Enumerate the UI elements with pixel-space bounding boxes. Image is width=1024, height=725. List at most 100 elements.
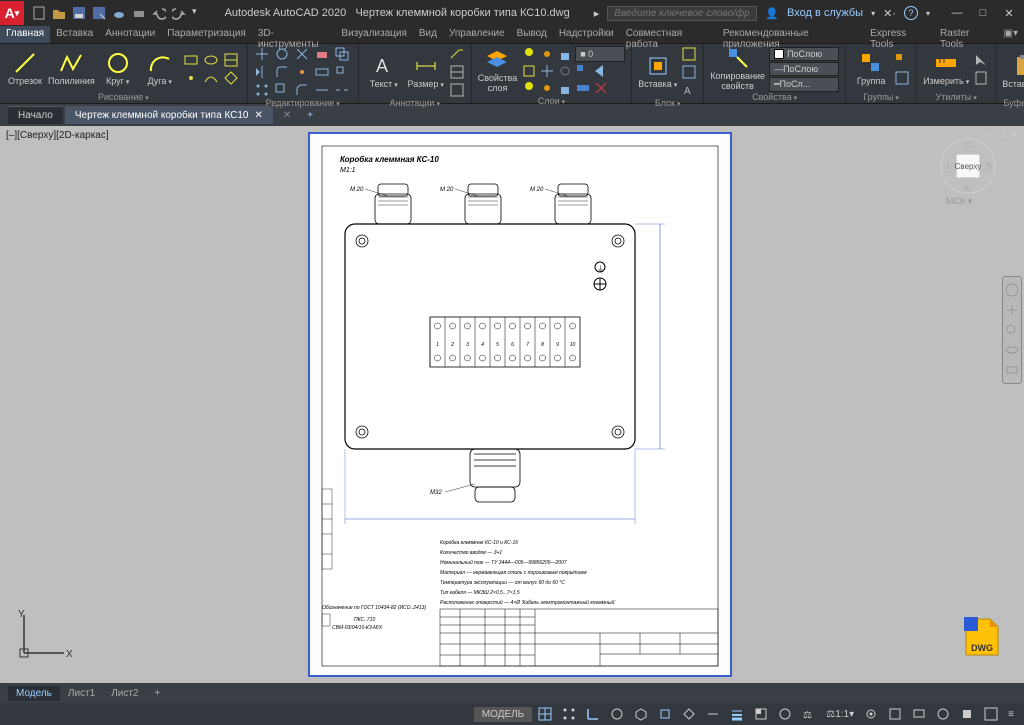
ribbon-collapse-icon[interactable]: ▣▾ xyxy=(998,26,1024,43)
document-tab[interactable]: Чертеж клеммной коробки типа КС10✕ xyxy=(65,106,273,124)
circle-button[interactable]: Круг xyxy=(99,51,137,87)
explode-icon[interactable] xyxy=(294,64,310,80)
tab-close-icon[interactable]: ✕ xyxy=(255,110,263,121)
vp-max-icon[interactable]: □ xyxy=(998,128,1005,141)
viewport-label[interactable]: [–][Сверху][2D-каркас] xyxy=(6,130,109,141)
grid-icon[interactable] xyxy=(534,705,556,723)
layer-unlock-icon[interactable] xyxy=(557,80,573,96)
vp-close-icon[interactable]: ✕ xyxy=(1009,128,1018,141)
transparency-icon[interactable] xyxy=(750,705,772,723)
snap-icon[interactable] xyxy=(558,705,580,723)
minimize-button[interactable]: — xyxy=(946,5,968,21)
start-tab[interactable]: Начало xyxy=(8,106,63,124)
color-combo[interactable]: ПоСлою xyxy=(769,47,839,61)
layer-match-icon[interactable] xyxy=(575,63,591,79)
scale-display[interactable]: ⚖ 1:1 ▾ xyxy=(822,707,858,722)
spline-icon[interactable] xyxy=(203,70,219,86)
tab-manage[interactable]: Управление xyxy=(443,26,511,43)
save-icon[interactable] xyxy=(72,6,86,20)
scale-icon[interactable] xyxy=(334,64,350,80)
chamfer-icon[interactable] xyxy=(294,82,310,98)
erase-icon[interactable] xyxy=(314,46,330,62)
wcs-label[interactable]: МСК ▾ xyxy=(946,196,972,207)
line-button[interactable]: Отрезок xyxy=(6,51,44,87)
point-icon[interactable] xyxy=(183,70,199,86)
layer-off-icon[interactable] xyxy=(557,63,573,79)
model-space-button[interactable]: МОДЕЛЬ xyxy=(474,707,532,722)
layer-isolate-icon[interactable] xyxy=(521,63,537,79)
search-input[interactable] xyxy=(607,6,757,21)
offset-icon[interactable] xyxy=(274,82,290,98)
add-tab-button[interactable]: + xyxy=(301,110,319,121)
leader-icon[interactable] xyxy=(449,46,465,62)
workspace-icon[interactable] xyxy=(884,705,906,723)
qat-more-icon[interactable]: ▾ xyxy=(192,6,197,20)
monitor-icon[interactable] xyxy=(908,705,930,723)
osnap-icon[interactable] xyxy=(654,705,676,723)
rect-icon[interactable] xyxy=(183,52,199,68)
layer-delete-icon[interactable] xyxy=(593,80,609,96)
array-icon[interactable] xyxy=(254,82,270,98)
arc-button[interactable]: Дуга xyxy=(141,51,179,87)
isolate-icon[interactable] xyxy=(932,705,954,723)
layout1-tab[interactable]: Лист1 xyxy=(60,686,103,701)
undo-icon[interactable] xyxy=(152,6,166,20)
tab-view[interactable]: Вид xyxy=(413,26,443,43)
exchange-icon[interactable]: ✕· xyxy=(883,7,896,20)
tab-featured[interactable]: Рекомендованные приложения xyxy=(717,26,864,43)
stretch-icon[interactable] xyxy=(314,64,330,80)
saveas-icon[interactable] xyxy=(92,6,106,20)
hardware-icon[interactable] xyxy=(956,705,978,723)
move-icon[interactable] xyxy=(254,46,270,62)
cleanscreen-icon[interactable] xyxy=(980,705,1002,723)
new-tab-button[interactable]: ✕ xyxy=(275,110,299,121)
new-icon[interactable] xyxy=(32,6,46,20)
insert-button[interactable]: Вставка xyxy=(638,54,677,90)
isodraft-icon[interactable] xyxy=(630,705,652,723)
layer-prev-icon[interactable] xyxy=(593,63,609,79)
polyline-button[interactable]: Полилиния xyxy=(48,51,95,87)
edit-block-icon[interactable] xyxy=(681,64,697,80)
layer-thaw-icon[interactable] xyxy=(539,80,555,96)
lineweight-combo[interactable]: — ПоСлою xyxy=(769,62,839,76)
maximize-button[interactable]: □ xyxy=(972,5,994,21)
tab-addins[interactable]: Надстройки xyxy=(553,26,620,43)
matchprop-button[interactable]: Копирование свойств xyxy=(710,46,765,92)
select-icon[interactable] xyxy=(973,52,989,68)
lwt-icon[interactable] xyxy=(726,705,748,723)
ungroup-icon[interactable] xyxy=(894,52,910,68)
layer-merge-icon[interactable] xyxy=(575,80,591,96)
paste-button[interactable]: Вставить xyxy=(1002,54,1024,90)
orbit-icon[interactable] xyxy=(1005,343,1019,357)
layer-combo[interactable]: ■ 0 xyxy=(575,46,625,62)
layer-sun-icon[interactable] xyxy=(539,46,555,62)
gear-icon[interactable] xyxy=(860,705,882,723)
cycling-icon[interactable] xyxy=(774,705,796,723)
add-layout-button[interactable]: + xyxy=(147,686,169,701)
create-block-icon[interactable] xyxy=(681,46,697,62)
calc-icon[interactable] xyxy=(973,70,989,86)
layer-props-button[interactable]: Свойства слоя xyxy=(478,48,518,94)
signin-link[interactable]: Вход в службы xyxy=(787,7,863,19)
attr-icon[interactable]: A xyxy=(681,82,697,98)
redo-icon[interactable] xyxy=(172,6,186,20)
signin-icon[interactable]: 👤 xyxy=(765,7,779,20)
tab-express[interactable]: Express Tools xyxy=(864,26,934,43)
tab-annotate[interactable]: Аннотации xyxy=(99,26,161,43)
customize-icon[interactable]: ≡ xyxy=(1004,707,1018,722)
linetype-combo[interactable]: ━ ПоСл... xyxy=(769,77,839,92)
annoscale-icon[interactable]: ⚖ xyxy=(798,705,820,723)
drawing-canvas[interactable]: [–][Сверху][2D-каркас] — □ ✕ Сверху С Ю … xyxy=(0,126,1024,683)
viewcube[interactable]: Сверху С Ю В З МСК ▾ xyxy=(940,138,996,194)
polar-icon[interactable] xyxy=(606,705,628,723)
tab-visual[interactable]: Визуализация xyxy=(335,26,412,43)
tab-raster[interactable]: Raster Tools xyxy=(934,26,998,43)
group-button[interactable]: Группа xyxy=(852,51,890,87)
ortho-icon[interactable] xyxy=(582,705,604,723)
tab-param[interactable]: Параметризация xyxy=(161,26,252,43)
break-icon[interactable] xyxy=(334,82,350,98)
tab-insert[interactable]: Вставка xyxy=(50,26,99,43)
text-button[interactable]: AТекст xyxy=(365,54,403,90)
tab-home[interactable]: Главная xyxy=(0,26,50,43)
table-icon[interactable] xyxy=(449,64,465,80)
